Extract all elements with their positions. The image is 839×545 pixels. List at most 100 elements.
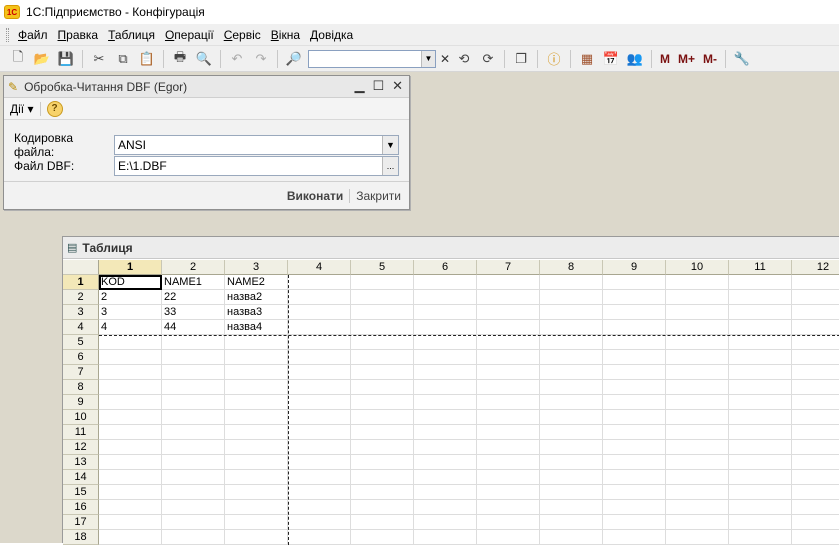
table-cell[interactable] [540,485,603,500]
table-cell[interactable] [603,365,666,380]
table-cell[interactable] [225,440,288,455]
column-header[interactable]: 11 [729,260,792,275]
paste-icon[interactable]: 📋 [136,48,158,70]
row-header[interactable]: 11 [63,425,99,440]
table-cell[interactable] [162,440,225,455]
table-cell[interactable] [792,470,839,485]
find-next-icon[interactable]: ⟳ [477,48,499,70]
memory-minus-button[interactable]: M- [699,52,721,66]
table-cell[interactable] [477,500,540,515]
table-cell[interactable] [792,425,839,440]
new-icon[interactable]: 🗋 [7,48,29,70]
table-cell[interactable] [792,395,839,410]
column-header[interactable]: 2 [162,260,225,275]
table-cell[interactable] [603,290,666,305]
table-cell[interactable] [477,305,540,320]
table-cell[interactable] [288,500,351,515]
execute-button[interactable]: Виконати [281,188,351,203]
table-cell[interactable] [414,365,477,380]
table-cell[interactable] [666,380,729,395]
table-cell[interactable]: назва4 [225,320,288,335]
menu-table[interactable]: Таблиця [103,28,160,42]
table-cell[interactable] [351,350,414,365]
table-cell[interactable] [477,470,540,485]
row-header[interactable]: 4 [63,320,99,335]
table-cell[interactable] [540,290,603,305]
table-cell[interactable] [540,500,603,515]
table-cell[interactable] [729,320,792,335]
close-button[interactable]: Закрити [350,189,401,203]
table-cell[interactable] [729,470,792,485]
table-cell[interactable] [540,275,603,290]
open-icon[interactable]: 📂 [31,48,53,70]
table-cell[interactable] [729,395,792,410]
menu-edit[interactable]: Правка [53,28,104,42]
table-cell[interactable] [792,320,839,335]
row-header[interactable]: 2 [63,290,99,305]
table-cell[interactable] [477,455,540,470]
table-cell[interactable] [666,485,729,500]
table-cell[interactable]: 3 [99,305,162,320]
table-cell[interactable] [540,320,603,335]
table-cell[interactable] [162,410,225,425]
table-cell[interactable] [351,320,414,335]
table-cell[interactable] [729,350,792,365]
table-cell[interactable] [99,335,162,350]
menu-windows[interactable]: Вікна [266,28,305,42]
table-cell[interactable] [414,290,477,305]
table-cell[interactable] [540,455,603,470]
table-cell[interactable] [792,500,839,515]
table-cell[interactable] [99,350,162,365]
table-cell[interactable] [351,425,414,440]
table-cell[interactable] [288,365,351,380]
table-cell[interactable] [225,485,288,500]
table-cell[interactable] [477,485,540,500]
table-cell[interactable] [225,410,288,425]
table-cell[interactable] [288,440,351,455]
windows-icon[interactable]: ❐ [510,48,532,70]
row-header[interactable]: 1 [63,275,99,290]
table-cell[interactable] [99,470,162,485]
table-cell[interactable] [162,335,225,350]
table-cell[interactable] [792,410,839,425]
find-prev-icon[interactable]: ⟲ [453,48,475,70]
table-cell[interactable] [792,380,839,395]
column-header[interactable]: 3 [225,260,288,275]
table-cell[interactable] [729,305,792,320]
table-cell[interactable] [288,350,351,365]
table-cell[interactable] [351,440,414,455]
table-cell[interactable] [225,380,288,395]
table-cell[interactable] [603,350,666,365]
table-cell[interactable] [288,335,351,350]
column-header[interactable]: 1 [99,260,162,275]
table-cell[interactable] [351,335,414,350]
table-cell[interactable] [603,500,666,515]
table-cell[interactable] [288,320,351,335]
table-cell[interactable] [540,335,603,350]
table-cell[interactable]: 22 [162,290,225,305]
table-cell[interactable] [792,350,839,365]
tools-icon[interactable]: 🔧 [731,48,753,70]
table-cell[interactable] [540,425,603,440]
table-cell[interactable] [414,395,477,410]
table-cell[interactable] [540,365,603,380]
column-header[interactable]: 4 [288,260,351,275]
table-cell[interactable] [477,440,540,455]
table-cell[interactable] [99,485,162,500]
table-cell[interactable] [225,395,288,410]
maximize-icon[interactable]: ☐ [372,78,384,94]
table-cell[interactable] [603,395,666,410]
help-icon[interactable]: ? [46,100,63,117]
table-cell[interactable] [540,410,603,425]
table-cell[interactable] [729,455,792,470]
table-cell[interactable] [351,500,414,515]
calendar-icon[interactable]: 📅 [600,48,622,70]
table-cell[interactable] [603,485,666,500]
table-cell[interactable] [99,395,162,410]
table-cell[interactable] [477,320,540,335]
row-header[interactable]: 7 [63,365,99,380]
table-cell[interactable] [477,410,540,425]
table-cell[interactable] [540,440,603,455]
table-cell[interactable] [162,470,225,485]
row-header[interactable]: 8 [63,380,99,395]
